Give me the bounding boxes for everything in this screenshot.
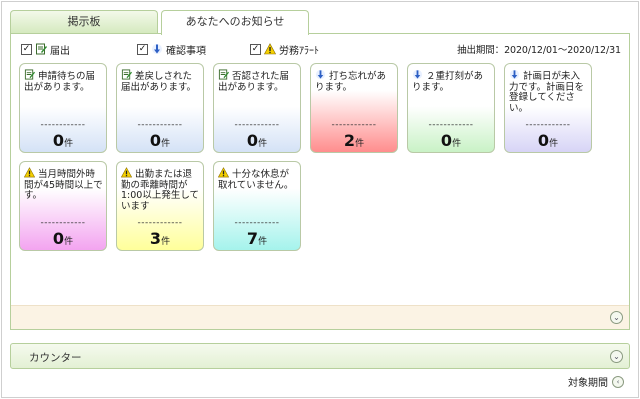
info-arrow-icon [315, 69, 326, 80]
count-value: 2 [343, 131, 356, 150]
notice-cards: 申請待ちの届出があります。 ------------ 0件 差戻しされた届出があ… [19, 63, 619, 253]
card-count: 0件 [408, 131, 494, 150]
card-count: 0件 [117, 131, 203, 150]
card-message: 当月時間外時間が45時間以上です。 [24, 167, 104, 202]
count-unit: 件 [258, 139, 268, 149]
warning-icon [24, 167, 35, 178]
card-message: 差戻しされた届出があります。 [121, 69, 201, 93]
notice-card-returned[interactable]: 差戻しされた届出があります。 ------------ 0件 [116, 63, 204, 153]
card-divider: ------------ [40, 218, 86, 228]
filter-notification[interactable]: ✓ 届出 [21, 42, 70, 57]
filter-confirmation[interactable]: ✓ 確認事項 [137, 42, 206, 57]
count-unit: 件 [452, 139, 462, 149]
tab-bar: 掲示板 あなたへのお知らせ [10, 10, 630, 35]
notice-card-plan-missing[interactable]: 計画日が未入力です。計画日を登録してください。 ------------ 0件 [504, 63, 592, 153]
count-value: 0 [246, 131, 259, 150]
collapse-toggle-button[interactable]: ⌄ [610, 311, 623, 324]
notice-card-pending-application[interactable]: 申請待ちの届出があります。 ------------ 0件 [19, 63, 107, 153]
card-message: 出勤または退勤の乖離時間が1:00以上発生しています [121, 167, 201, 212]
count-unit: 件 [64, 139, 74, 149]
warning-icon [218, 167, 229, 178]
card-count: 0件 [20, 229, 106, 248]
notice-card-insufficient-rest[interactable]: 十分な休息が取れていません。 ------------ 7件 [213, 161, 301, 251]
card-divider: ------------ [137, 120, 183, 130]
card-message-text: 十分な休息が取れていません。 [218, 169, 294, 191]
counter-title: カウンター [29, 352, 82, 364]
card-message: 十分な休息が取れていません。 [218, 167, 298, 191]
count-unit: 件 [549, 139, 559, 149]
card-count: 2件 [311, 131, 397, 150]
card-message-text: 差戻しされた届出があります。 [121, 71, 197, 93]
filter-confirmation-label: 確認事項 [166, 45, 206, 57]
notepad-icon [36, 43, 47, 55]
notification-checkbox[interactable]: ✓ [21, 43, 32, 55]
notice-card-double-punch[interactable]: ２重打刻があります。 ------------ 0件 [407, 63, 495, 153]
panel-footer: ⌄ [11, 305, 629, 329]
card-divider: ------------ [40, 120, 86, 130]
chevron-left-icon[interactable]: ‹ [612, 375, 624, 388]
counter-toggle-button[interactable]: ⌄ [610, 350, 623, 363]
card-divider: ------------ [525, 120, 571, 130]
card-count: 0件 [20, 131, 106, 150]
card-divider: ------------ [234, 218, 280, 228]
count-value: 0 [52, 229, 65, 248]
count-unit: 件 [355, 139, 365, 149]
filter-bar: ✓ 届出 ✓ 確認事項 ✓ 労務ｱﾗｰﾄ 抽出期間：2020/12/01～202… [21, 42, 621, 57]
extraction-period: 抽出期間：2020/12/01～2020/12/31 [457, 45, 621, 56]
confirmation-checkbox[interactable]: ✓ [137, 43, 148, 55]
target-period[interactable]: 対象期間 ‹ [568, 374, 624, 389]
count-value: 3 [149, 229, 162, 248]
count-value: 0 [149, 131, 162, 150]
count-unit: 件 [258, 237, 268, 247]
card-message-text: 当月時間外時間が45時間以上です。 [24, 169, 103, 201]
card-count: 0件 [505, 131, 591, 150]
count-unit: 件 [161, 237, 171, 247]
card-divider: ------------ [234, 120, 280, 130]
warning-icon [121, 167, 132, 178]
info-arrow-icon [152, 44, 162, 54]
notice-card-missed-punch[interactable]: 打ち忘れがあります。 ------------ 2件 [310, 63, 398, 153]
info-arrow-icon [412, 69, 423, 80]
info-arrow-icon [509, 69, 520, 80]
count-value: 0 [440, 131, 453, 150]
notice-card-overtime[interactable]: 当月時間外時間が45時間以上です。 ------------ 0件 [19, 161, 107, 251]
card-divider: ------------ [137, 218, 183, 228]
counter-section[interactable]: カウンター ⌄ [10, 343, 630, 369]
notepad-icon [121, 69, 132, 80]
tab-bulletin-board[interactable]: 掲示板 [10, 10, 158, 34]
notepad-icon [218, 69, 229, 80]
filter-notification-label: 届出 [50, 45, 70, 57]
card-count: 0件 [214, 131, 300, 150]
target-period-label: 対象期間 [568, 378, 608, 389]
count-value: 7 [246, 229, 259, 248]
card-message: ２重打刻があります。 [412, 69, 492, 93]
card-count: 7件 [214, 229, 300, 248]
tab-notices-for-you[interactable]: あなたへのお知らせ [161, 10, 309, 35]
card-message: 申請待ちの届出があります。 [24, 69, 104, 93]
notepad-icon [24, 69, 35, 80]
filter-labor-alert[interactable]: ✓ 労務ｱﾗｰﾄ [250, 42, 319, 57]
count-value: 0 [537, 131, 550, 150]
card-message-text: 計画日が未入力です。計画日を登録してください。 [509, 71, 585, 114]
notices-panel: ✓ 届出 ✓ 確認事項 ✓ 労務ｱﾗｰﾄ 抽出期間：2020/12/01～202… [10, 33, 630, 330]
count-unit: 件 [161, 139, 171, 149]
labor-alert-checkbox[interactable]: ✓ [250, 43, 261, 55]
card-message: 計画日が未入力です。計画日を登録してください。 [509, 69, 589, 114]
count-value: 0 [52, 131, 65, 150]
count-unit: 件 [64, 237, 74, 247]
card-divider: ------------ [428, 120, 474, 130]
warning-icon [264, 43, 276, 55]
card-count: 3件 [117, 229, 203, 248]
chevron-down-icon: ⌄ [613, 313, 620, 322]
notice-card-rejected[interactable]: 否認された届出があります。 ------------ 0件 [213, 63, 301, 153]
notice-card-time-gap[interactable]: 出勤または退勤の乖離時間が1:00以上発生しています ------------ … [116, 161, 204, 251]
card-message-text: 出勤または退勤の乖離時間が1:00以上発生しています [121, 169, 200, 212]
chevron-down-icon: ⌄ [613, 352, 620, 361]
filter-labor-alert-label: 労務ｱﾗｰﾄ [279, 45, 319, 57]
card-message: 打ち忘れがあります。 [315, 69, 395, 93]
card-message: 否認された届出があります。 [218, 69, 298, 93]
card-divider: ------------ [331, 120, 377, 130]
